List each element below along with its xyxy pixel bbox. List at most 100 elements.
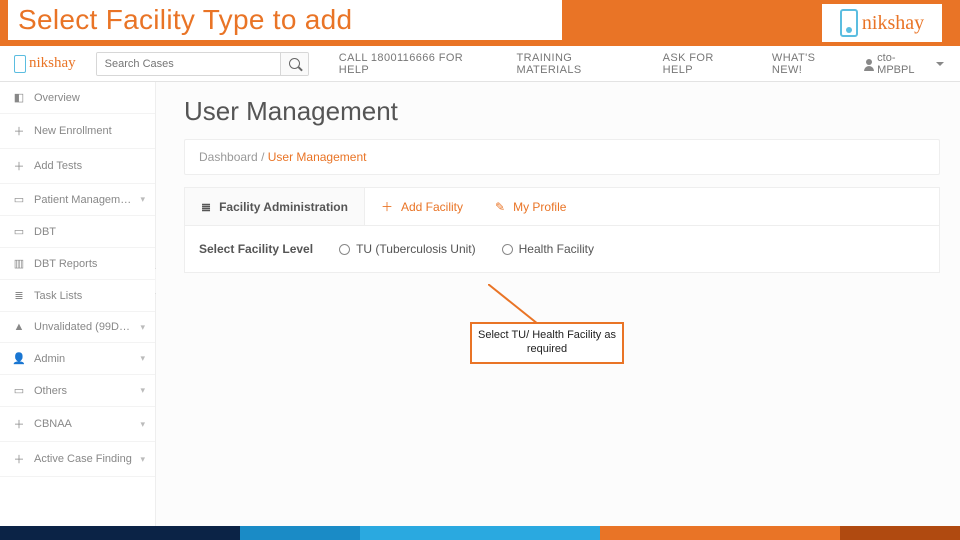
sidebar-item-overview[interactable]: ◧ Overview [0,82,155,114]
brand-logo-box: nikshay [822,4,942,42]
chevron-down-icon: ▾ [140,322,145,333]
search-button[interactable] [280,53,308,75]
sidebar-item-label: Add Tests [34,160,145,172]
footer-bar [840,526,960,540]
tab-label: Add Facility [401,200,463,214]
callout-text: Select TU/ Health Facility as required [478,329,616,355]
topbar: nikshay CALL 1800116666 FOR HELP TRAININ… [0,46,960,82]
sidebar: ◧ Overview ＋ New Enrollment ＋ Add Tests ▭ Pa… [0,82,156,526]
footer-bar [0,526,240,540]
chevron-down-icon: ▾ [140,385,145,396]
sidebar-item-dbt-reports[interactable]: ▥ DBT Reports [0,248,155,280]
chevron-down-icon: ▾ [140,454,145,465]
user-icon [864,59,873,69]
breadcrumb: Dashboard / User Management [184,139,940,175]
breadcrumb-sep: / [261,150,268,164]
chevron-down-icon: ▾ [140,194,145,205]
card-icon: ▭ [12,225,26,238]
doc-icon: ▥ [12,257,26,270]
phone-icon [14,55,26,73]
sidebar-item-label: Others [34,385,132,397]
sidebar-item-label: Task Lists [34,290,145,302]
layout: ◧ Overview ＋ New Enrollment ＋ Add Tests ▭ Pa… [0,82,960,526]
plus-icon: ＋ [12,451,26,467]
sidebar-item-label: CBNAA [34,418,132,430]
footer-bar [240,526,360,540]
breadcrumb-root[interactable]: Dashboard [199,150,258,164]
sidebar-item-dbt[interactable]: ▭ DBT [0,216,155,248]
search-input[interactable] [97,53,280,75]
phone-icon [840,9,858,37]
plus-icon: ＋ [381,198,393,215]
tab-my-profile[interactable]: ✎ My Profile [479,188,582,225]
search-wrap [96,52,309,76]
sidebar-item-label: Unvalidated (99DOTS) [34,321,132,333]
plus-icon: ＋ [12,416,26,432]
user-icon: 👤 [12,352,26,365]
sidebar-item-unvalidated[interactable]: ▲ Unvalidated (99DOTS) ▾ [0,312,155,343]
sidebar-item-others[interactable]: ▭ Others ▾ [0,375,155,407]
chevron-down-icon: ▾ [140,353,145,364]
main-content: User Management Dashboard / User Managem… [156,82,960,526]
topbar-help-number[interactable]: CALL 1800116666 FOR HELP [329,52,497,76]
sidebar-item-patient-mgmt[interactable]: ▭ Patient Management ▾ [0,184,155,216]
sidebar-item-label: Active Case Finding [34,453,132,465]
chevron-down-icon [936,62,944,66]
mini-logo[interactable]: nikshay [14,55,76,73]
edit-icon: ✎ [495,200,505,214]
slide-title: Select Facility Type to add [8,0,562,40]
facility-level-radio-group: TU (Tuberculosis Unit) Health Facility [339,242,594,256]
radio-icon [502,244,513,255]
sidebar-item-label: DBT Reports [34,258,145,270]
chevron-down-icon: ▾ [140,419,145,430]
dashboard-icon: ◧ [12,91,26,104]
plus-icon: ＋ [12,123,26,139]
list-icon: ≣ [201,200,211,214]
search-icon [289,58,300,69]
user-label: cto-MPBPL [877,52,928,76]
topbar-whats-new[interactable]: WHAT'S NEW! [762,52,854,76]
tab-add-facility[interactable]: ＋ Add Facility [365,188,479,225]
tabs: ≣ Facility Administration ＋ Add Facility… [184,187,940,226]
tab-label: Facility Administration [219,200,348,214]
tab-label: My Profile [513,200,566,214]
nikshay-logo: nikshay [840,9,924,37]
breadcrumb-current: User Management [268,150,367,164]
footer-bars [0,526,960,540]
radio-health-facility[interactable]: Health Facility [502,242,594,256]
callout-arrow [488,284,542,324]
footer-bar [600,526,840,540]
sidebar-item-label: DBT [34,226,145,238]
briefcase-icon: ▭ [12,193,26,206]
user-menu[interactable]: cto-MPBPL [864,52,944,76]
sidebar-item-admin[interactable]: 👤 Admin ▾ [0,343,155,375]
list-icon: ≣ [12,289,26,302]
alert-icon: ▲ [12,321,26,333]
radio-label: TU (Tuberculosis Unit) [356,242,476,256]
sidebar-item-label: Overview [34,92,145,104]
slide-title-band: Select Facility Type to add nikshay [0,0,960,46]
facility-level-row: Select Facility Level TU (Tuberculosis U… [184,226,940,273]
sidebar-item-new-enrollment[interactable]: ＋ New Enrollment [0,114,155,149]
brand-name: nikshay [862,12,924,35]
sidebar-item-add-tests[interactable]: ＋ Add Tests [0,149,155,184]
topbar-ask-help[interactable]: ASK FOR HELP [653,52,752,76]
tab-facility-administration[interactable]: ≣ Facility Administration [185,188,365,225]
sidebar-item-active-case[interactable]: ＋ Active Case Finding ▾ [0,442,155,477]
sidebar-item-label: Admin [34,353,132,365]
sidebar-item-label: New Enrollment [34,125,145,137]
sidebar-item-label: Patient Management [34,194,132,206]
briefcase-icon: ▭ [12,384,26,397]
plus-icon: ＋ [12,158,26,174]
radio-label: Health Facility [519,242,594,256]
sidebar-item-cbnaa[interactable]: ＋ CBNAA ▾ [0,407,155,442]
page-title: User Management [184,96,940,127]
topbar-training[interactable]: TRAINING MATERIALS [507,52,643,76]
footer-bar [360,526,600,540]
facility-level-label: Select Facility Level [199,242,313,256]
sidebar-item-task-lists[interactable]: ≣ Task Lists [0,280,155,312]
callout-box: Select TU/ Health Facility as required [470,322,624,364]
brand-name-small: nikshay [29,55,76,72]
radio-tu[interactable]: TU (Tuberculosis Unit) [339,242,476,256]
radio-icon [339,244,350,255]
